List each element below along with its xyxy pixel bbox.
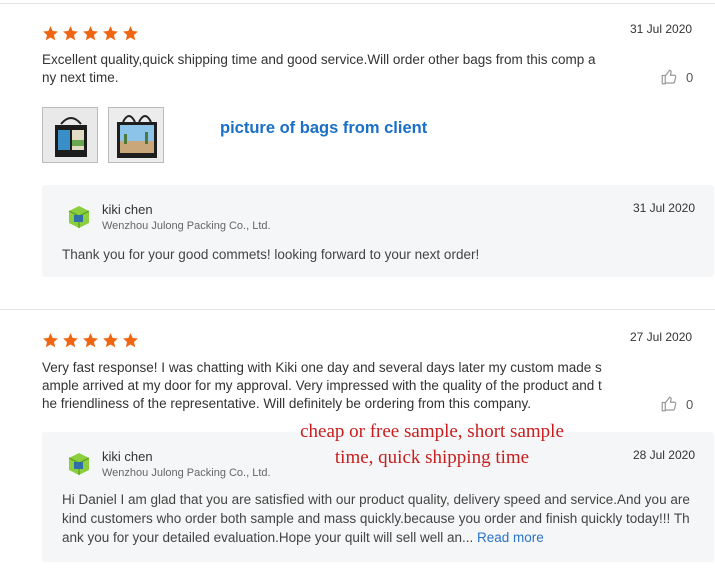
review-divider xyxy=(0,309,715,310)
reply-1-text: Thank you for your good commets! looking… xyxy=(62,247,480,262)
bag-photo-icon xyxy=(109,108,163,162)
reply-2-author-name: kiki chen xyxy=(102,449,153,464)
review-2-like-count: 0 xyxy=(686,396,694,412)
star-icon xyxy=(123,333,138,348)
review-2-rating-stars xyxy=(42,332,139,350)
thumbs-up-icon xyxy=(661,396,677,412)
star-icon xyxy=(63,26,78,41)
star-icon xyxy=(123,26,138,41)
sample-annotation: cheap or free sample, short sample time,… xyxy=(262,419,602,471)
star-icon xyxy=(103,26,118,41)
review-1-photo-2[interactable] xyxy=(108,107,164,163)
review-2-like-button[interactable]: 0 xyxy=(660,395,693,413)
sample-annotation-line-1: cheap or free sample, short sample xyxy=(300,421,564,442)
review-1-seller-reply: kiki chen Wenzhou Julong Packing Co., Lt… xyxy=(42,185,714,277)
star-icon xyxy=(43,26,58,41)
reply-1-company-name: Wenzhou Julong Packing Co., Ltd. xyxy=(102,220,271,232)
review-1-like-count: 0 xyxy=(686,69,694,85)
client-photos-annotation: picture of bags from client xyxy=(220,119,428,137)
review-1-photo-1[interactable] xyxy=(42,107,98,163)
review-1-text: Excellent quality,quick shipping time an… xyxy=(42,52,596,85)
star-icon xyxy=(83,26,98,41)
company-logo-icon xyxy=(68,453,90,475)
reply-2-text: Hi Daniel I am glad that you are satisfi… xyxy=(62,492,690,545)
bag-photo-icon xyxy=(43,108,97,162)
read-more-link[interactable]: Read more xyxy=(477,530,544,545)
company-logo-icon xyxy=(68,206,90,228)
review-1-date: 31 Jul 2020 xyxy=(630,22,693,36)
reply-2-company-name: Wenzhou Julong Packing Co., Ltd. xyxy=(102,467,271,479)
reply-2-text-block: Hi Daniel I am glad that you are satisfi… xyxy=(62,490,694,547)
reply-1-date: 31 Jul 2020 xyxy=(632,201,695,215)
star-icon xyxy=(83,333,98,348)
reply-2-date: 28 Jul 2020 xyxy=(632,448,695,462)
thumbs-up-icon xyxy=(661,69,677,85)
sample-annotation-line-2: time, quick shipping time xyxy=(334,447,530,468)
star-icon xyxy=(43,333,58,348)
reply-1-author-name: kiki chen xyxy=(102,202,153,217)
star-icon xyxy=(63,333,78,348)
review-2-date: 27 Jul 2020 xyxy=(630,330,693,344)
top-divider xyxy=(0,3,715,4)
review-1-rating-stars xyxy=(42,25,139,43)
review-2-text: Very fast response! I was chatting with … xyxy=(42,360,602,411)
review-1-like-button[interactable]: 0 xyxy=(660,68,693,86)
star-icon xyxy=(103,333,118,348)
